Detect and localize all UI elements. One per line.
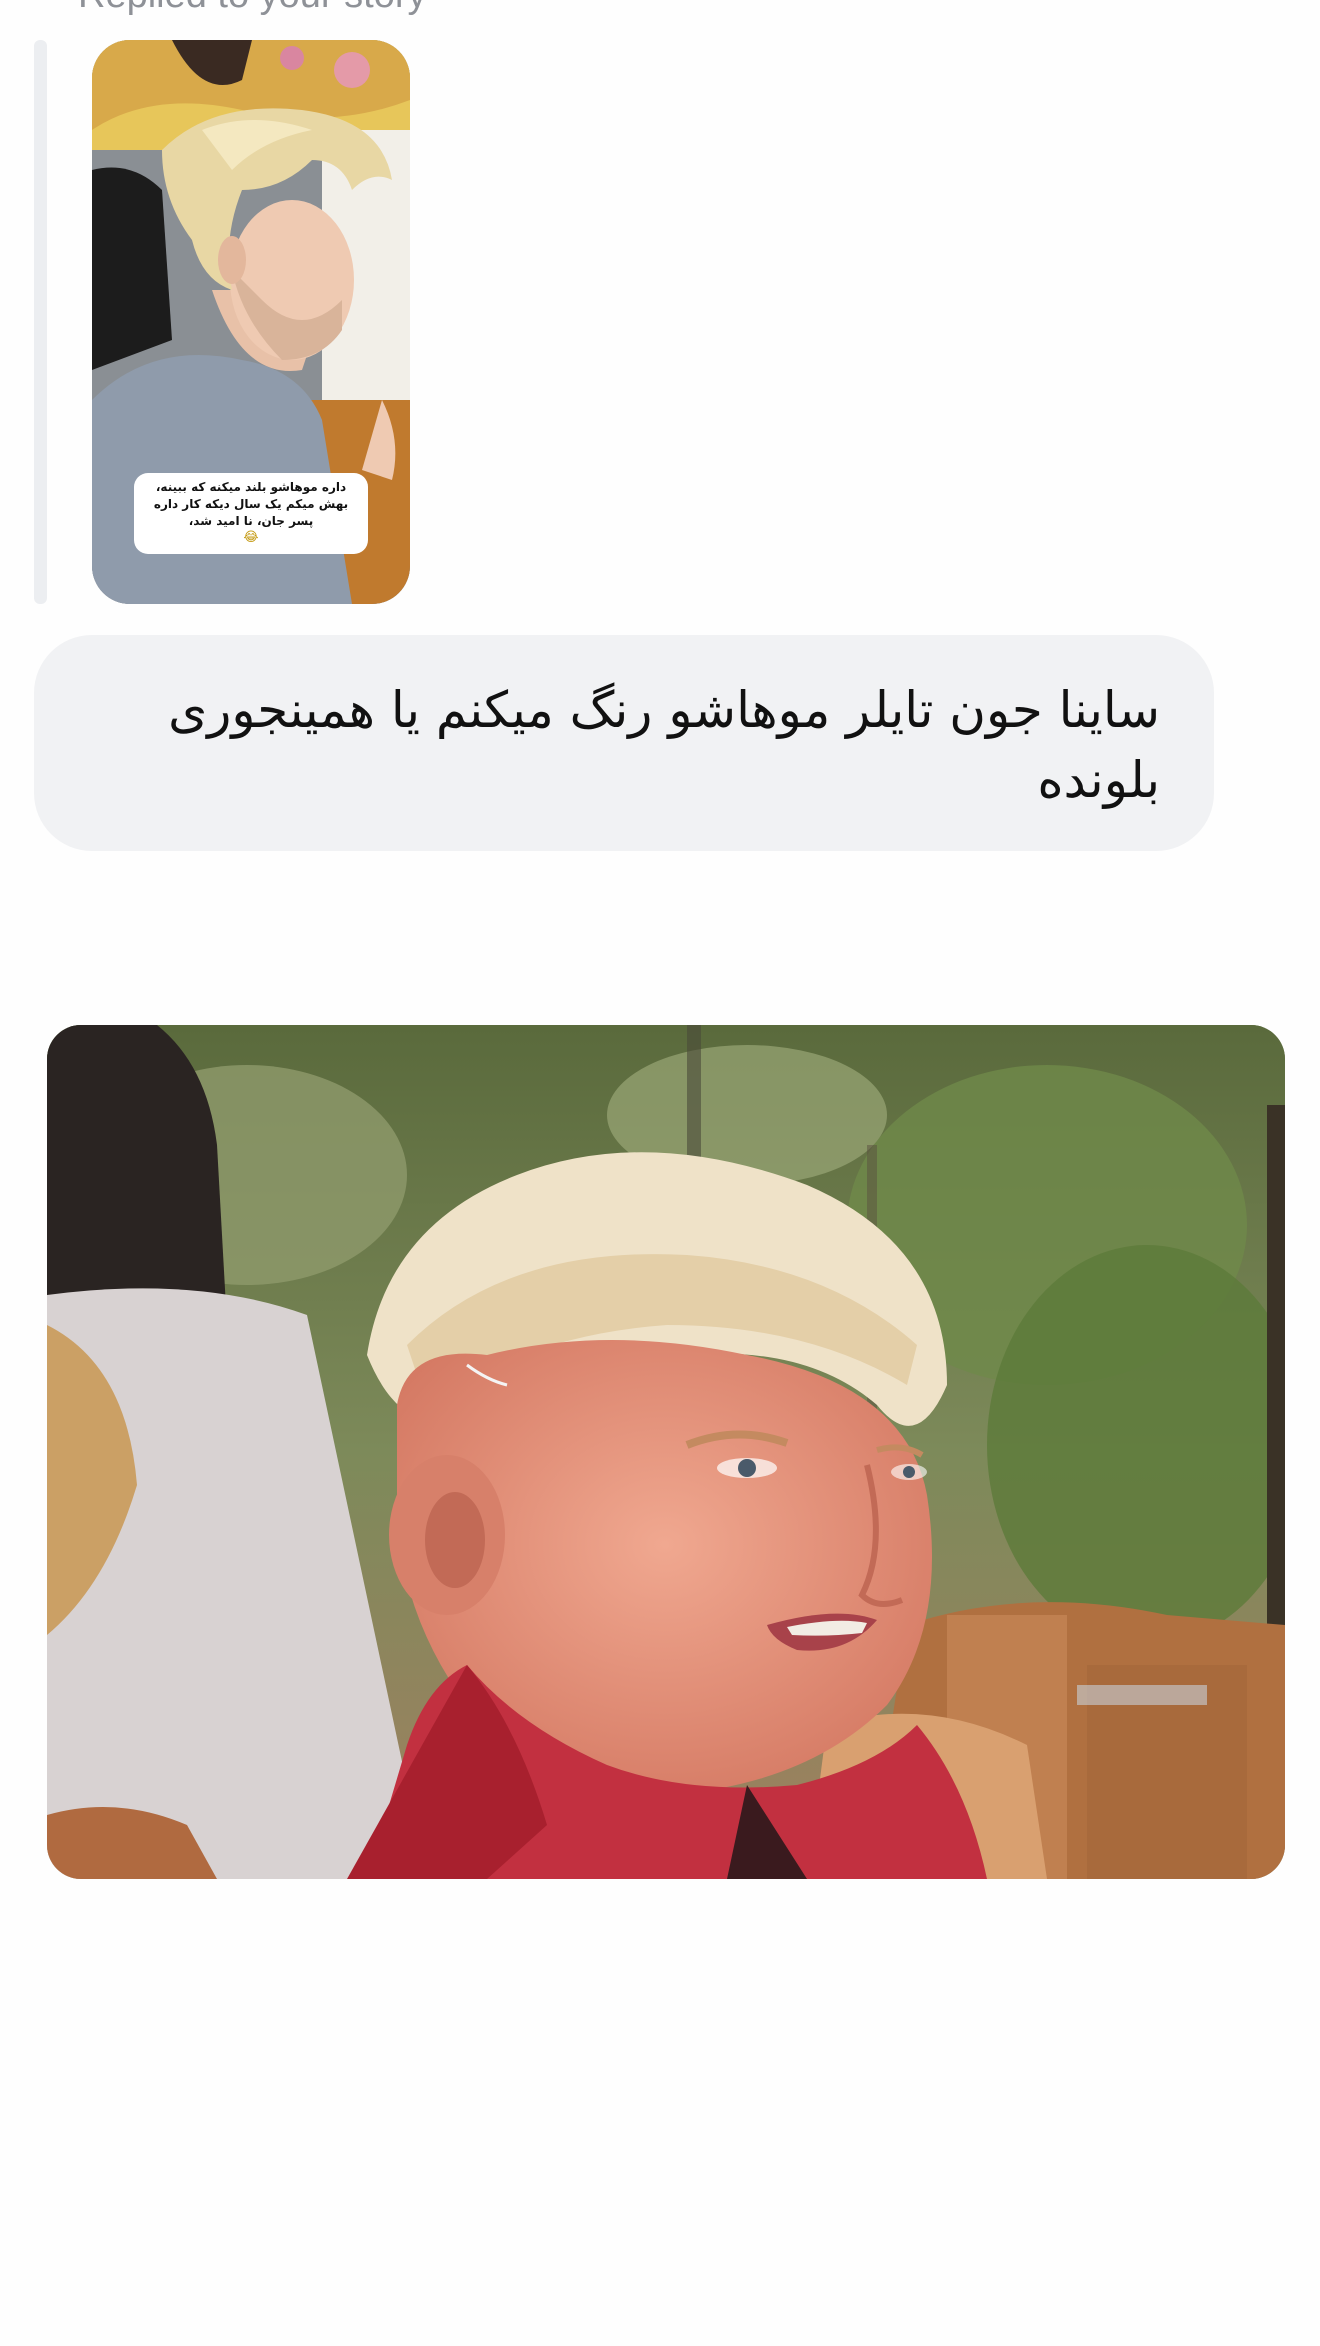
photo-attachment[interactable] [47,1025,1285,1879]
reply-indicator-bar [34,40,47,604]
replied-to-story-label: Replied to your story [78,0,427,17]
laughing-emoji-icon: 😂 [243,530,259,545]
story-thumbnail[interactable]: داره موهاشو بلند میکنه که ببینه، بهش میک… [92,40,410,604]
story-caption-sticker: داره موهاشو بلند میکنه که ببینه، بهش میک… [134,473,368,554]
message-bubble[interactable]: ساینا جون تایلر موهاشو رنگ میکنم یا همین… [34,635,1214,851]
story-caption-line-3: پسر جان، نا امید شد، [188,514,314,528]
story-caption-line-2: بهش میکم یک سال دیکه کار داره [153,497,349,511]
message-line-1: ساینا جون تایلر موهاشو رنگ میکنم یا همین… [168,681,1160,739]
story-caption-line-1: داره موهاشو بلند میکنه که ببینه، [155,480,347,494]
message-text: ساینا جون تایلر موهاشو رنگ میکنم یا همین… [78,675,1160,815]
photo-image [47,1025,1285,1879]
message-line-2: بلونده [1037,751,1160,809]
